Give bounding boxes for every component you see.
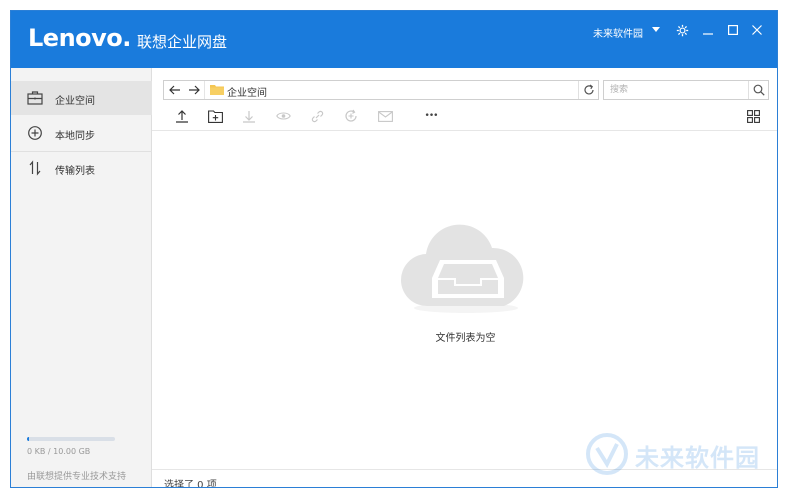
search-input[interactable]	[610, 83, 740, 97]
sidebar: 企业空间 本地同步 传输列表 0 KB / 10.00 GB 由联想提供专业技术…	[11, 68, 152, 487]
logo-dot: .	[122, 24, 131, 52]
search-icon[interactable]	[748, 81, 768, 99]
forward-arrow-icon[interactable]	[185, 82, 203, 98]
watermark: 未来软件园	[585, 432, 775, 478]
minimize-icon[interactable]	[700, 20, 716, 40]
sidebar-item-enterprise-space[interactable]: 企业空间	[11, 81, 152, 115]
selection-count: 选择了 0 项	[164, 480, 217, 488]
watermark-logo-icon	[586, 433, 628, 475]
grid-view-icon[interactable]	[744, 108, 762, 124]
sidebar-item-transfer-list[interactable]: 传输列表	[11, 151, 152, 185]
sidebar-item-label: 企业空间	[55, 96, 95, 107]
briefcase-icon	[27, 91, 43, 105]
address-bar: 企业空间	[163, 80, 599, 100]
watermark-text: 未来软件园	[635, 444, 760, 472]
current-path[interactable]: 企业空间	[227, 84, 267, 99]
transfer-icon	[29, 160, 41, 176]
preview-eye-icon[interactable]	[274, 108, 292, 124]
user-name[interactable]: 未来软件园	[593, 25, 643, 40]
search-box	[603, 80, 769, 100]
user-menu-chevron-icon[interactable]	[648, 20, 664, 40]
close-icon[interactable]	[749, 20, 765, 40]
maximize-icon[interactable]	[725, 20, 741, 40]
sidebar-item-label: 本地同步	[55, 131, 95, 142]
back-arrow-icon[interactable]	[166, 82, 184, 98]
support-text: 由联想提供专业技术支持	[27, 472, 127, 482]
app-title: 联想企业网盘	[137, 33, 228, 51]
empty-list-message: 文件列表为空	[435, 333, 496, 344]
lenovo-logo: Lenovo.	[28, 24, 131, 52]
sync-add-icon[interactable]	[342, 108, 360, 124]
title-bar: Lenovo. 联想企业网盘 未来软件园	[11, 11, 777, 68]
address-divider	[204, 81, 205, 99]
download-icon[interactable]	[240, 108, 258, 124]
more-options-button[interactable]: •••	[422, 108, 440, 124]
refresh-icon[interactable]	[578, 81, 598, 99]
sidebar-item-label: 传输列表	[55, 166, 95, 177]
main-panel: 企业空间 搜索 ••• 文件列表为空 选择了 0 项	[152, 68, 777, 488]
logo-text: Lenovo	[28, 24, 123, 52]
sidebar-item-local-sync[interactable]: 本地同步	[11, 116, 152, 150]
mail-icon[interactable]	[376, 108, 394, 124]
settings-gear-icon[interactable]	[674, 20, 690, 40]
folder-icon	[210, 85, 224, 95]
empty-cloud-icon	[400, 224, 524, 313]
new-folder-icon[interactable]	[206, 108, 224, 124]
storage-quota-fill	[27, 437, 29, 441]
link-icon[interactable]	[308, 108, 326, 124]
storage-quota-bar	[27, 437, 115, 441]
upload-icon[interactable]	[173, 108, 191, 124]
app-window: Lenovo. 联想企业网盘 未来软件园 企业空间 本地同步 传输列表 0 KB…	[10, 10, 778, 488]
sync-icon	[28, 126, 42, 140]
storage-quota-text: 0 KB / 10.00 GB	[27, 447, 91, 456]
toolbar-divider	[152, 130, 777, 131]
